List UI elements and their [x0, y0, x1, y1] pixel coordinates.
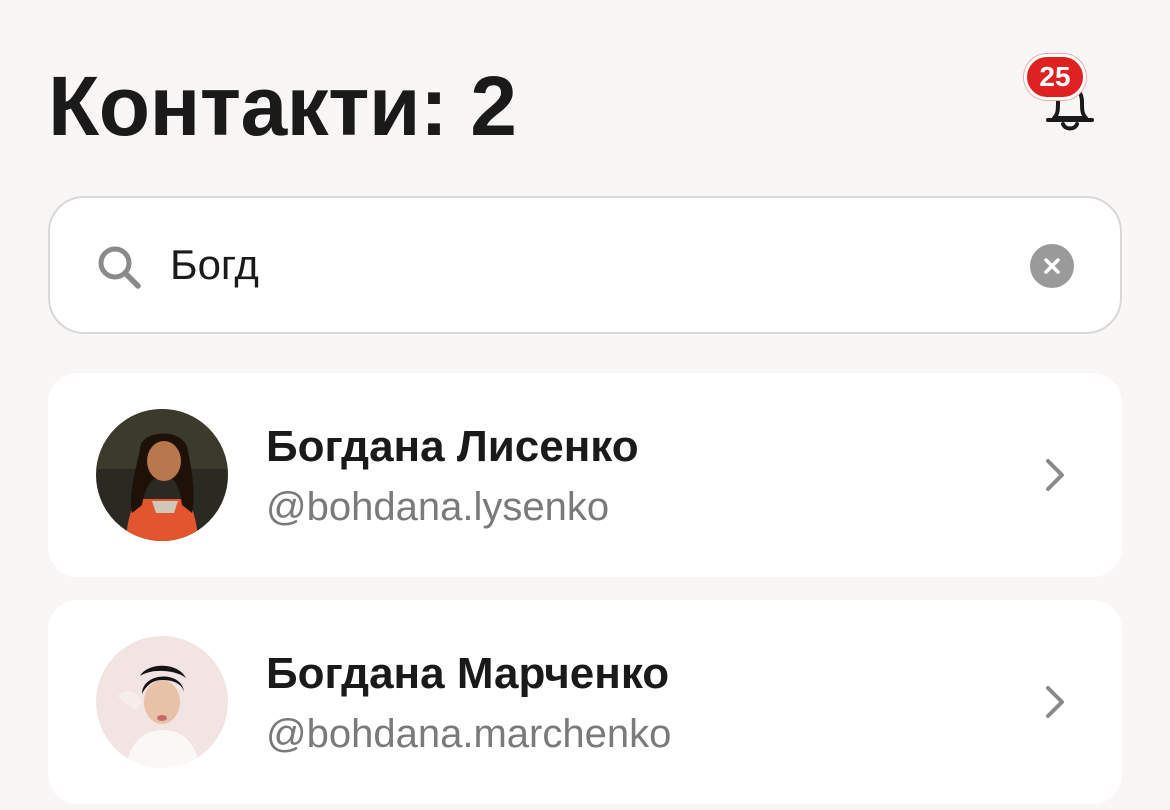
header: Контакти: 2 25 — [48, 50, 1122, 160]
contact-list-item[interactable]: Богдана Марченко @bohdana.marchenko — [48, 600, 1122, 804]
avatar-photo — [96, 636, 228, 768]
contacts-screen: Контакти: 2 25 Богд Богдана Лисенко @boh… — [0, 0, 1170, 810]
search-icon — [98, 246, 141, 289]
clear-search-button[interactable] — [1030, 244, 1074, 288]
contact-handle: @bohdana.marchenko — [266, 712, 672, 756]
chevron-right-icon — [1046, 459, 1064, 491]
chevron-right-icon — [1046, 686, 1064, 718]
contact-name: Богдана Лисенко — [266, 422, 639, 471]
contact-list-item[interactable]: Богдана Лисенко @bohdana.lysenko — [48, 373, 1122, 577]
search-bar — [48, 196, 1122, 334]
search-input[interactable] — [170, 232, 990, 298]
avatar-photo — [96, 409, 228, 541]
page-title: Контакти: 2 — [48, 59, 517, 153]
avatar — [96, 409, 228, 541]
clear-icon — [1044, 258, 1060, 274]
notifications-button[interactable]: 25 — [1024, 54, 1112, 134]
contact-handle: @bohdana.lysenko — [266, 485, 610, 529]
notification-count-badge: 25 — [1024, 54, 1086, 100]
avatar — [96, 636, 228, 768]
contact-name: Богдана Марченко — [266, 649, 670, 698]
